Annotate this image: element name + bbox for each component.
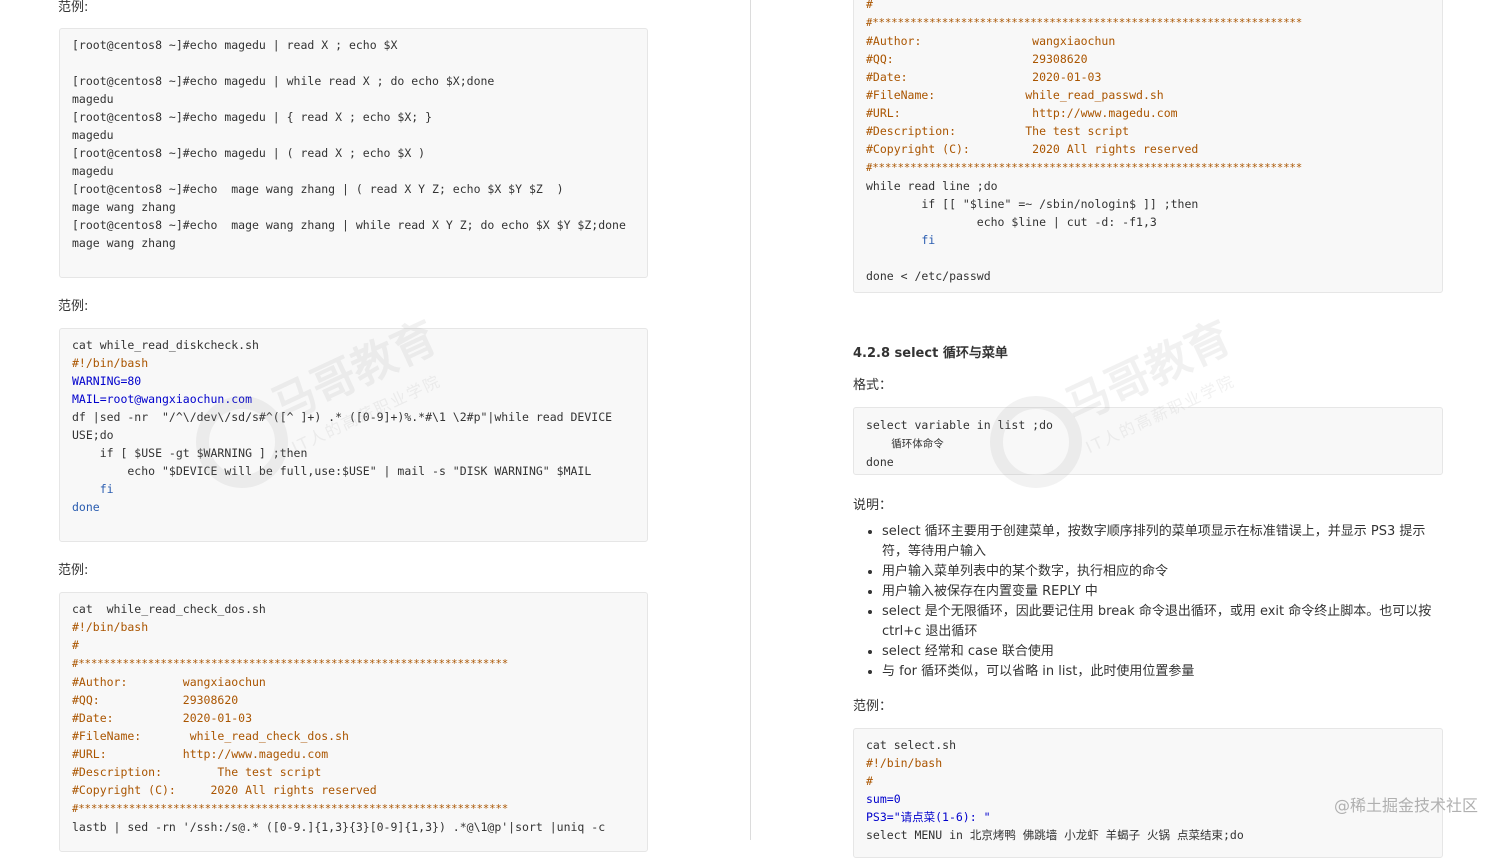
format-label: 格式：: [853, 378, 893, 393]
code-block-check-dos: cat while_read_check_dos.sh #!/bin/bash …: [59, 592, 648, 852]
list-item: 用户输入菜单列表中的某个数字，执行相应的命令: [882, 562, 1442, 582]
list-item: 用户输入被保存在内置变量 REPLY 中: [882, 582, 1442, 602]
code-block-read-examples: [root@centos8 ~]#echo magedu | read X ; …: [59, 28, 648, 278]
explain-label: 说明：: [853, 498, 893, 513]
example-label-2: 范例:: [58, 299, 89, 314]
section-heading: 4.2.8 select 循环与菜单: [853, 346, 1008, 361]
code-text: cat select.sh #!/bin/bash # sum=0 PS3="请…: [866, 738, 1244, 842]
code-text: cat while_read_check_dos.sh #!/bin/bash …: [72, 602, 606, 834]
code-text: # #*************************************…: [866, 0, 1303, 283]
example-label-1: 范例:: [58, 0, 89, 15]
page-divider: [750, 0, 751, 840]
code-block-diskcheck: cat while_read_diskcheck.sh #!/bin/bash …: [59, 328, 648, 542]
watermark-logo-icon: [196, 396, 288, 488]
site-watermark: @稀土掘金技术社区: [1333, 796, 1478, 815]
list-item: select 循环主要用于创建菜单，按数字顺序排列的菜单项显示在标准错误上，并显…: [882, 522, 1442, 562]
list-item: 与 for 循环类似，可以省略 in list，此时使用位置参量: [882, 662, 1442, 682]
watermark-logo-icon: [990, 396, 1082, 488]
code-text: [root@centos8 ~]#echo magedu | read X ; …: [72, 38, 626, 250]
example-label-4: 范例：: [853, 699, 893, 714]
code-text: select variable in list ;do 循环体命令 done: [866, 418, 1053, 469]
code-block-read-passwd: # #*************************************…: [853, 0, 1443, 293]
explanation-list: select 循环主要用于创建菜单，按数字顺序排列的菜单项显示在标准错误上，并显…: [864, 522, 1442, 682]
example-label-3: 范例:: [58, 563, 89, 578]
code-text: cat while_read_diskcheck.sh #!/bin/bash …: [72, 338, 613, 514]
code-block-select-format: select variable in list ;do 循环体命令 done: [853, 407, 1443, 475]
list-item: select 是个无限循环，因此要记住用 break 命令退出循环，或用 exi…: [882, 602, 1442, 642]
list-item: select 经常和 case 联合使用: [882, 642, 1442, 662]
